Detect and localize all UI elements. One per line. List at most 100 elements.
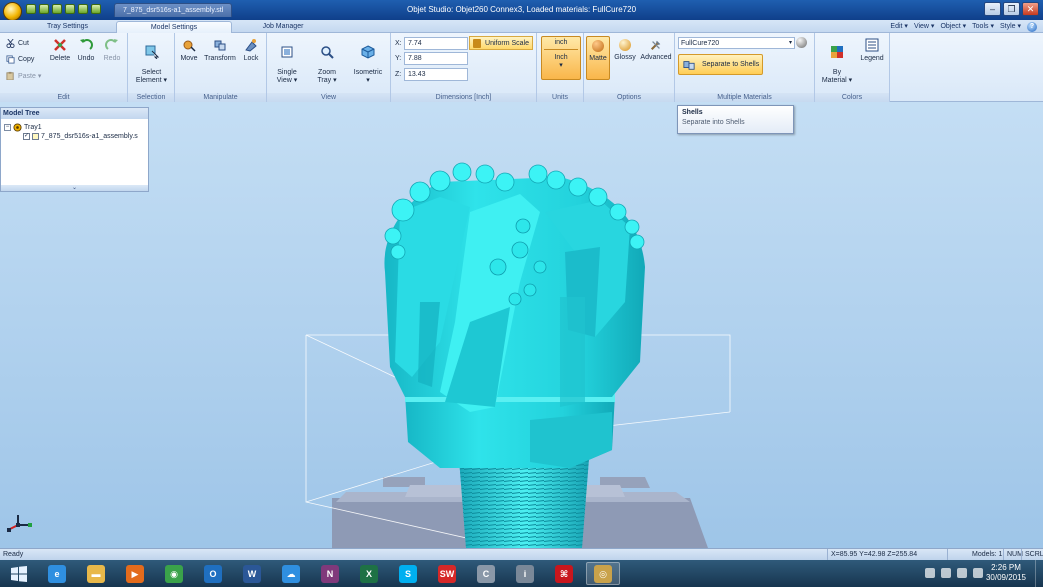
copy-label: Copy [18, 56, 35, 63]
paste-label: Paste ▾ [18, 72, 42, 80]
transform-icon [214, 40, 226, 51]
group-colors: By Material ▾ Legend Colors [815, 33, 890, 102]
tray-network-icon[interactable] [941, 568, 951, 578]
menu-edit[interactable]: Edit ▾ [890, 21, 908, 32]
tray-icon [13, 123, 22, 132]
uniform-scale-label: Uniform Scale [485, 40, 529, 47]
z-label: Z: [395, 71, 402, 78]
tray-flag-icon[interactable] [925, 568, 935, 578]
redo-label: Redo [103, 55, 121, 62]
transform-label: Transform [204, 55, 236, 62]
menu-view[interactable]: View ▾ [914, 21, 935, 32]
outlook-icon: O [204, 564, 222, 583]
close-button[interactable]: ✕ [1022, 2, 1039, 16]
copy-button[interactable]: Copy [6, 55, 34, 64]
taskbar-app-explorer[interactable]: ▬ [79, 562, 113, 585]
taskbar-app-ie[interactable]: e [40, 562, 74, 585]
group-units: inch Inch ▾ Units [537, 33, 584, 102]
y-label: Y: [395, 55, 402, 62]
select-element-button[interactable]: Select Element ▾ [130, 38, 173, 84]
by-material-button[interactable]: By Material ▾ [819, 38, 855, 84]
move-icon [183, 40, 196, 52]
menu-tools[interactable]: Tools ▾ [972, 21, 994, 32]
taskbar-app-chrome[interactable]: ◉ [157, 562, 191, 585]
material-select[interactable]: FullCure720 ▾ [678, 37, 795, 49]
undo-button[interactable]: Undo [74, 38, 98, 62]
redo-button[interactable]: Redo [100, 38, 124, 62]
tab-tray-settings[interactable]: Tray Settings [20, 21, 115, 33]
units-dropdown[interactable]: inch Inch ▾ [541, 36, 581, 80]
taskbar-app-word[interactable]: W [235, 562, 269, 585]
zoom-tray-button[interactable]: Zoom Tray ▾ [309, 38, 345, 84]
units-top-label: inch [554, 39, 568, 46]
material-ball-icon[interactable] [796, 37, 807, 48]
group-dimensions: X: 7.74 Y: 7.88 Z: 13.43 Uniform Scale D… [391, 33, 537, 102]
glossy-button[interactable]: Glossy [612, 39, 638, 61]
lock-button[interactable]: Lock [239, 38, 263, 62]
matte-ball-icon [592, 40, 604, 52]
lock-icon [245, 39, 257, 52]
group-options: Matte Glossy Advanced Options [584, 33, 675, 102]
system-clock[interactable]: 2:26 PM 30/09/2015 [983, 563, 1029, 583]
delete-button[interactable]: Delete [48, 38, 72, 62]
move-button[interactable]: Move [177, 38, 201, 62]
tree-item-tray[interactable]: − Tray1 [4, 123, 42, 132]
uniform-scale-toggle[interactable]: Uniform Scale [469, 36, 533, 50]
cut-button[interactable]: Cut [6, 39, 29, 48]
isometric-button[interactable]: Isometric ▾ [349, 38, 387, 84]
move-label: Move [180, 55, 198, 62]
glossy-ball-icon [619, 39, 631, 51]
taskbar-app-excel[interactable]: X [352, 562, 386, 585]
solidworks-icon: SW [438, 564, 456, 583]
taskbar-app-objet[interactable]: ◎ [586, 562, 620, 585]
window-controls: – ❐ ✕ [984, 2, 1039, 16]
excel-icon: X [360, 564, 378, 583]
restore-button[interactable]: ❐ [1003, 2, 1020, 16]
taskbar-app-media[interactable]: ▶ [118, 562, 152, 585]
start-button[interactable] [2, 562, 36, 585]
paste-button[interactable]: Paste ▾ [6, 71, 41, 80]
window-title: Objet Studio: Objet260 Connex3, Loaded m… [406, 5, 637, 14]
taskbar-app-outlook[interactable]: O [196, 562, 230, 585]
tree-item-model[interactable]: ✓ 7_875_dsr516s-a1_assembly.s [23, 133, 138, 140]
tray-power-icon[interactable] [973, 568, 983, 578]
z-input[interactable]: 13.43 [404, 68, 468, 81]
system-tray [925, 568, 983, 578]
y-input[interactable]: 7.88 [404, 52, 468, 65]
minimize-button[interactable]: – [984, 2, 1001, 16]
matte-button[interactable]: Matte [586, 36, 610, 80]
group-label-view: View [267, 93, 390, 102]
tab-model-settings[interactable]: Model Settings [116, 21, 232, 33]
x-input[interactable]: 7.74 [404, 37, 468, 50]
tab-job-manager[interactable]: Job Manager [233, 21, 333, 33]
transform-button[interactable]: Transform [203, 38, 237, 62]
menu-style[interactable]: Style ▾ [1000, 21, 1021, 32]
lock-label: Lock [243, 55, 259, 62]
collapse-icon[interactable]: − [4, 124, 11, 131]
group-label-manipulate: Manipulate [175, 93, 266, 102]
taskbar: e ▬ ▶ ◉ O W ☁ N X S SW Ci ⌘ ◎ 2:26 PM 30/09/2015 [0, 560, 1043, 587]
taskbar-app-solidworks[interactable]: SW [430, 562, 464, 585]
taskbar-app-info[interactable]: i [508, 562, 542, 585]
tray-volume-icon[interactable] [957, 568, 967, 578]
taskbar-app-acrobat[interactable]: ⌘ [547, 562, 581, 585]
single-view-button[interactable]: Single View ▾ [269, 38, 305, 84]
help-icon[interactable]: ? [1027, 21, 1037, 32]
separate-to-shells-button[interactable]: Separate to Shells [678, 54, 763, 75]
title-bar: 7_875_dsr516s-a1_assembly.stl Objet Stud… [0, 0, 1043, 21]
menu-object[interactable]: Object ▾ [940, 21, 966, 32]
taskbar-app-onedrive[interactable]: ☁ [274, 562, 308, 585]
show-desktop-button[interactable] [1035, 560, 1043, 587]
tree-collapse-handle[interactable]: ⌄ [1, 185, 148, 191]
legend-button[interactable]: Legend [857, 38, 887, 62]
taskbar-app-app-c[interactable]: C [469, 562, 503, 585]
clock-date: 30/09/2015 [985, 573, 1027, 582]
single-view-icon [281, 46, 293, 58]
3d-viewport[interactable] [0, 102, 1043, 548]
taskbar-app-skype[interactable]: S [391, 562, 425, 585]
taskbar-app-onenote[interactable]: N [313, 562, 347, 585]
advanced-button[interactable]: Advanced [639, 39, 673, 61]
app-c-icon: C [477, 564, 495, 583]
group-label-edit: Edit [0, 93, 127, 102]
visibility-checkbox[interactable]: ✓ [23, 133, 30, 140]
